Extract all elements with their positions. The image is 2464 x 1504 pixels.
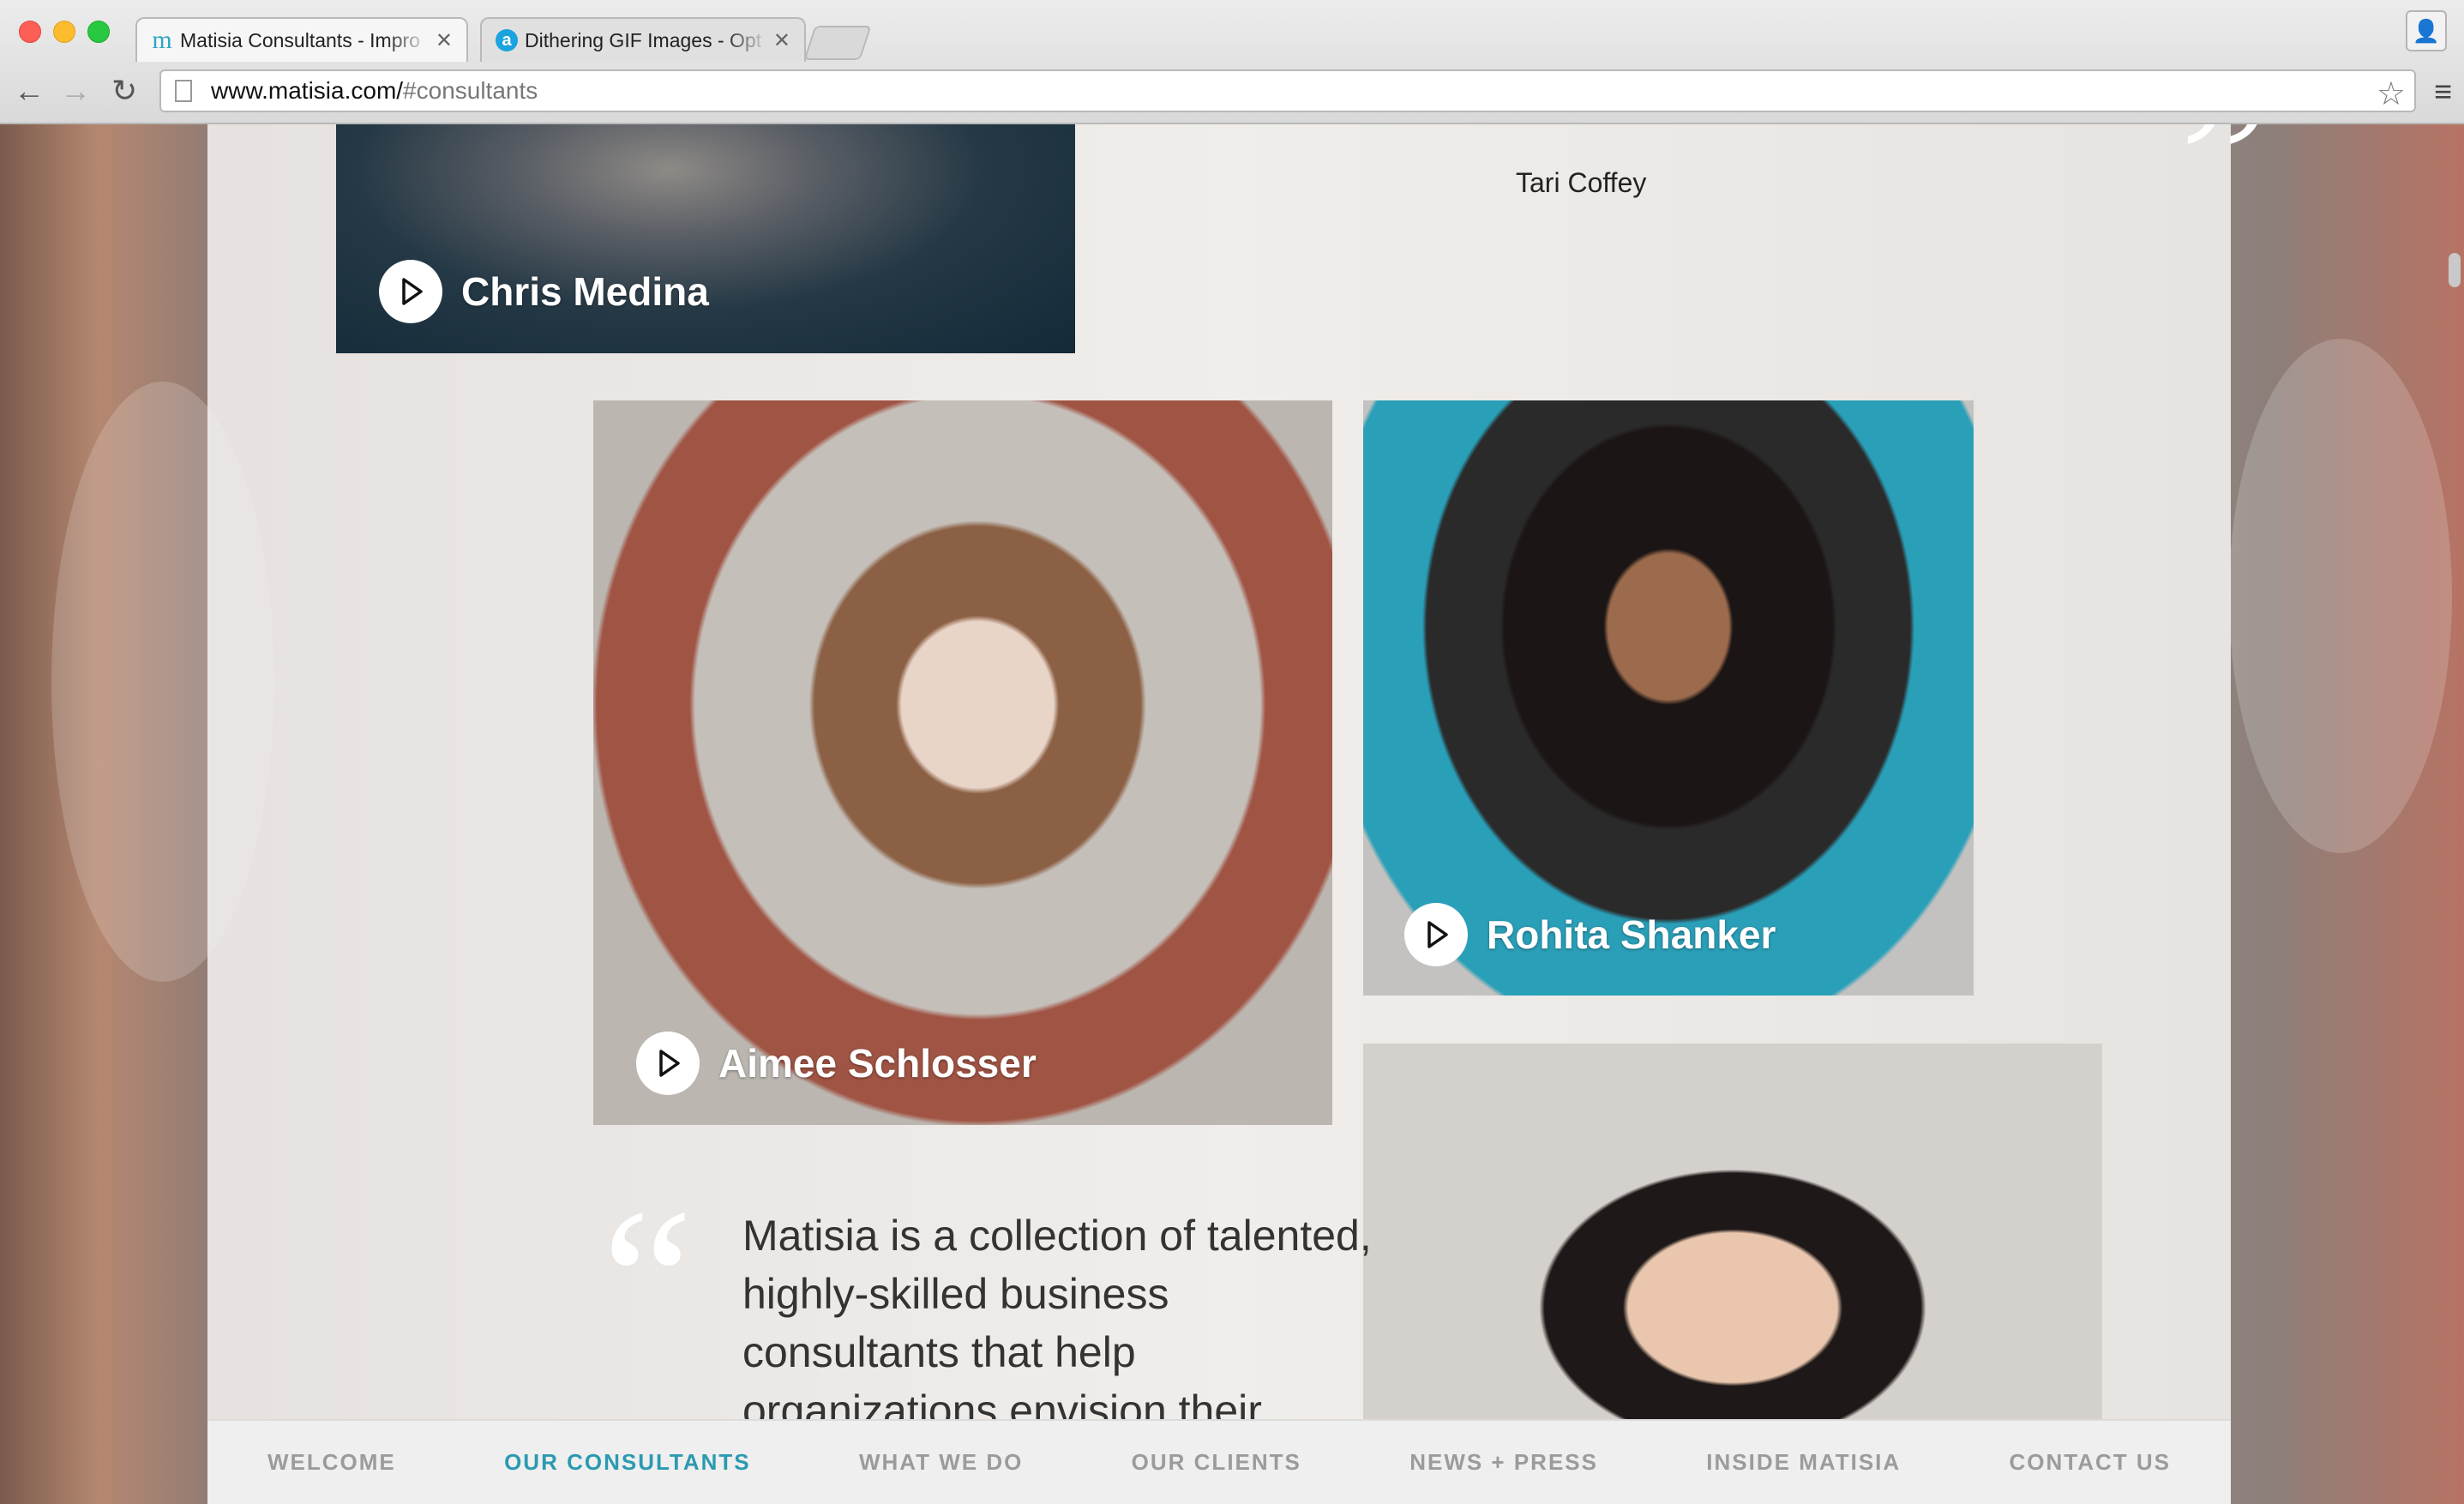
forward-arrow-icon[interactable]: → [60,74,91,108]
url-path: #consultants [403,77,538,104]
close-icon[interactable]: ✕ [773,28,790,53]
consultant-card-rohita-shanker[interactable]: Rohita Shanker [1363,400,1974,996]
tab-title: Dithering GIF Images - Opt [525,28,762,51]
consultant-name: Rohita Shanker [1487,912,1776,957]
close-quote-mark: ” [2179,124,2271,273]
matisia-m-icon: m [152,26,172,54]
profile-icon[interactable]: 👤 [2406,10,2447,51]
page-viewport: Chris Medina Tari Coffey ” Aimee Schloss… [0,124,2464,1504]
intro-quote-text: Matisia is a collection of talented, hig… [742,1212,1372,1435]
testimonial-attribution: Tari Coffey [1516,167,1647,198]
consultant-name: Chris Medina [461,269,709,314]
card-label: Rohita Shanker [1404,903,1776,966]
tab-title: Matisia Consultants - Impro [180,28,420,51]
play-icon[interactable] [636,1032,700,1095]
window-maximize-button[interactable] [87,21,110,43]
page-icon [175,80,192,102]
bottom-nav: WELCOME OUR CONSULTANTS WHAT WE DO OUR C… [207,1419,2231,1504]
background-photo [2229,339,2452,853]
consultant-card-aimee-schlosser[interactable]: Aimee Schlosser [593,400,1332,1125]
window-close-button[interactable] [19,21,41,43]
back-arrow-icon[interactable]: ← [14,74,45,108]
nav-welcome[interactable]: WELCOME [267,1449,396,1476]
consultant-name: Aimee Schlosser [718,1041,1037,1086]
tab-dithering[interactable]: a Dithering GIF Images - Opt ✕ [480,17,806,62]
nav-contact-us[interactable]: CONTACT US [2009,1449,2171,1476]
address-bar[interactable]: www.matisia.com/#consultants ☆ [159,69,2416,112]
open-quote-mark: “ [602,1166,694,1394]
nav-inside-matisia[interactable]: INSIDE MATISIA [1706,1449,1901,1476]
nav-what-we-do[interactable]: WHAT WE DO [859,1449,1023,1476]
a-icon: a [496,29,518,51]
close-icon[interactable]: ✕ [436,28,453,53]
play-icon[interactable] [379,260,442,323]
card-label: Chris Medina [379,260,709,323]
window-minimize-button[interactable] [53,21,75,43]
scrollbar-thumb[interactable] [2449,253,2461,287]
consultant-card[interactable] [1363,1044,2102,1421]
consultant-card-chris-medina[interactable]: Chris Medina [336,124,1075,353]
browser-chrome: m Matisia Consultants - Impro ✕ a Dither… [0,0,2464,124]
new-tab-button[interactable] [803,26,872,60]
nav-news-press[interactable]: NEWS + PRESS [1409,1449,1598,1476]
nav-our-consultants[interactable]: OUR CONSULTANTS [504,1449,751,1476]
card-label: Aimee Schlosser [636,1032,1037,1095]
content-panel: Chris Medina Tari Coffey ” Aimee Schloss… [207,124,2271,1504]
tab-matisia[interactable]: m Matisia Consultants - Impro ✕ [135,17,468,62]
reload-icon[interactable]: ↻ [111,74,137,108]
bookmark-star-icon[interactable]: ☆ [2377,75,2406,113]
url-host: www.matisia.com/ [211,77,404,104]
nav-our-clients[interactable]: OUR CLIENTS [1132,1449,1301,1476]
menu-icon[interactable]: ≡ [2434,74,2452,110]
play-icon[interactable] [1404,903,1468,966]
